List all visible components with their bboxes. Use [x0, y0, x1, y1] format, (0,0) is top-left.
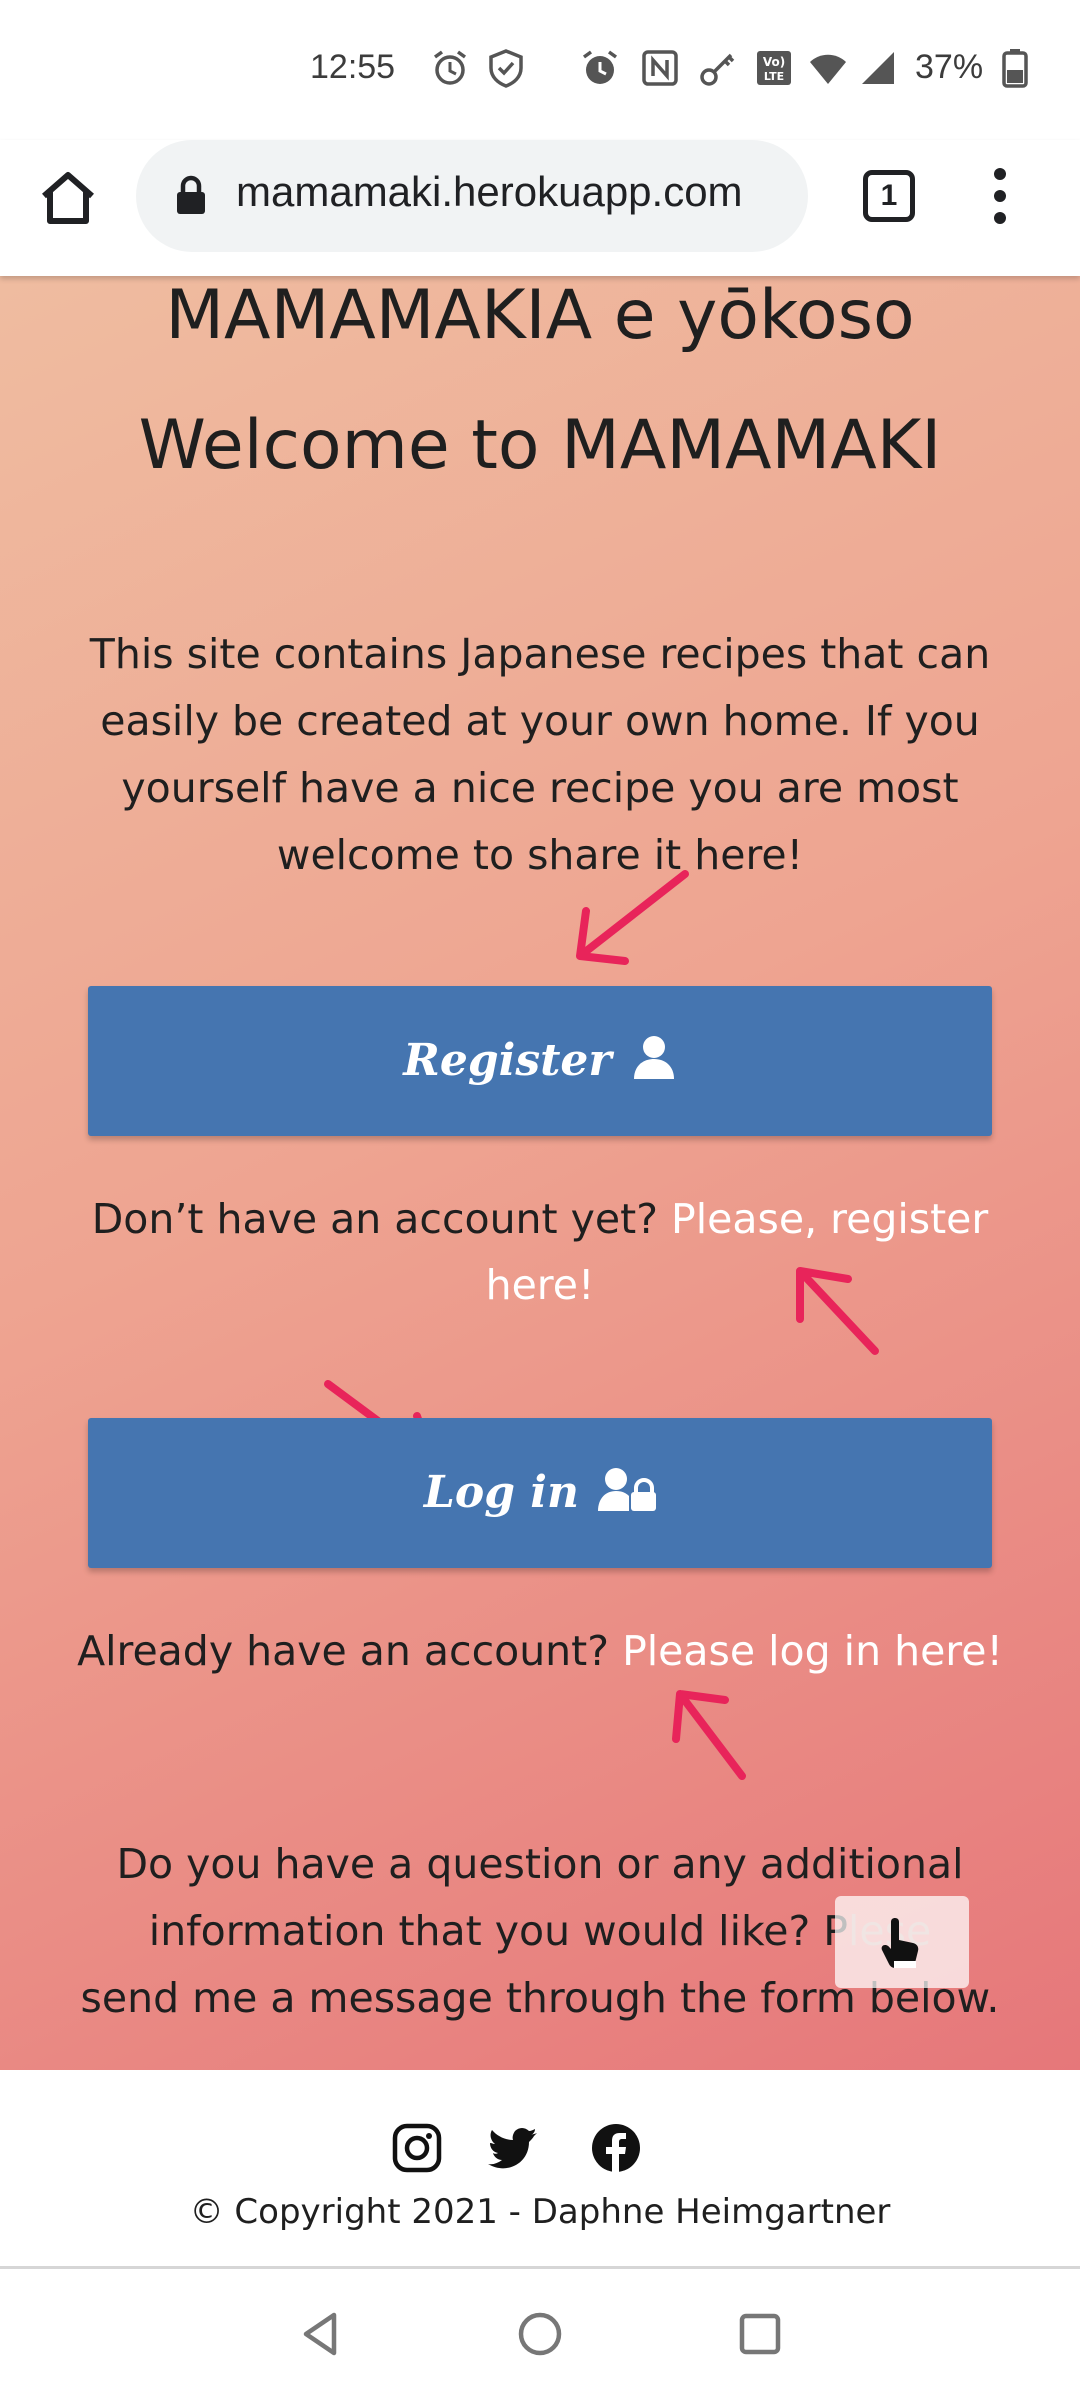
home-icon[interactable] [36, 166, 100, 230]
browser-toolbar: mamamaki.herokuapp.com 1 [0, 140, 1080, 276]
register-prompt-text: Don’t have an account yet? [91, 1195, 658, 1243]
instagram-icon[interactable] [391, 2122, 443, 2174]
contact-line: Do you have a question or any additional [116, 1840, 964, 1888]
alarm-icon [582, 50, 618, 84]
login-button[interactable]: Log in [88, 1418, 992, 1568]
page-title-japanese: MAMAMAKIA e yōkoso [165, 276, 915, 355]
login-button-label: Log in [423, 1467, 579, 1518]
login-prompt: Already have an account? Please log in h… [60, 1618, 1020, 1684]
tab-switcher-button[interactable]: 1 [863, 170, 915, 222]
user-lock-icon [598, 1468, 657, 1511]
page-title-english: Welcome to MAMAMAKI [138, 406, 942, 485]
status-time: 12:55 [310, 48, 396, 86]
more-options-icon[interactable] [980, 164, 1020, 228]
facebook-icon[interactable] [590, 2122, 642, 2174]
recents-icon[interactable] [735, 2309, 785, 2359]
annotation-arrow [796, 1267, 879, 1355]
battery-icon [1002, 49, 1028, 88]
annotation-arrow [672, 1690, 746, 1780]
intro-line: easily be created at your own home. If y… [100, 697, 980, 745]
register-button[interactable]: Register [88, 986, 992, 1136]
shield-check-icon [489, 49, 523, 88]
annotation-arrow [576, 870, 689, 965]
register-button-label: Register [403, 1035, 612, 1086]
scroll-to-form-button[interactable] [835, 1896, 969, 1988]
volte-icon: Vo)LTE [757, 51, 791, 85]
intro-text: This site contains Japanese recipes that… [80, 621, 1000, 889]
intro-line: welcome to share it here! [276, 831, 804, 879]
address-bar[interactable]: mamamaki.herokuapp.com [136, 140, 808, 252]
battery-percent: 37% [915, 48, 984, 86]
home-nav-icon[interactable] [515, 2309, 565, 2359]
back-icon[interactable] [296, 2309, 346, 2359]
twitter-icon[interactable] [488, 2122, 540, 2174]
annotation-arrow [780, 276, 890, 386]
login-prompt-text: Already have an account? [77, 1627, 610, 1675]
status-bar: 12:55 Vo) LTE 37% [0, 0, 1080, 140]
key-icon [700, 53, 735, 86]
svg-text:Vo): Vo) [763, 55, 785, 69]
intro-line: This site contains Japanese recipes that… [89, 630, 991, 678]
wifi-icon [810, 54, 846, 84]
register-link[interactable]: here! [486, 1261, 595, 1309]
url-text[interactable]: mamamaki.herokuapp.com [236, 168, 743, 216]
main-content: MAMAMAKIA e yōkoso Welcome to MAMAMAKI T… [0, 276, 1080, 2070]
intro-line: yourself have a nice recipe you are most [121, 764, 959, 812]
copyright-text: © Copyright 2021 - Daphne Heimgartner [189, 2192, 891, 2232]
nfc-icon [642, 50, 678, 86]
login-link[interactable]: Please log in here! [622, 1627, 1003, 1675]
signal-icon [862, 52, 894, 84]
user-icon [633, 1036, 674, 1079]
lock-icon [177, 175, 205, 214]
register-link[interactable]: Please, register [671, 1195, 988, 1243]
system-navigation-bar [0, 2269, 1080, 2400]
alarm-icon [433, 50, 467, 85]
pointing-hand-icon [881, 1918, 919, 1968]
footer: © Copyright 2021 - Daphne Heimgartner [0, 2070, 1080, 2269]
svg-text:LTE: LTE [764, 70, 784, 83]
